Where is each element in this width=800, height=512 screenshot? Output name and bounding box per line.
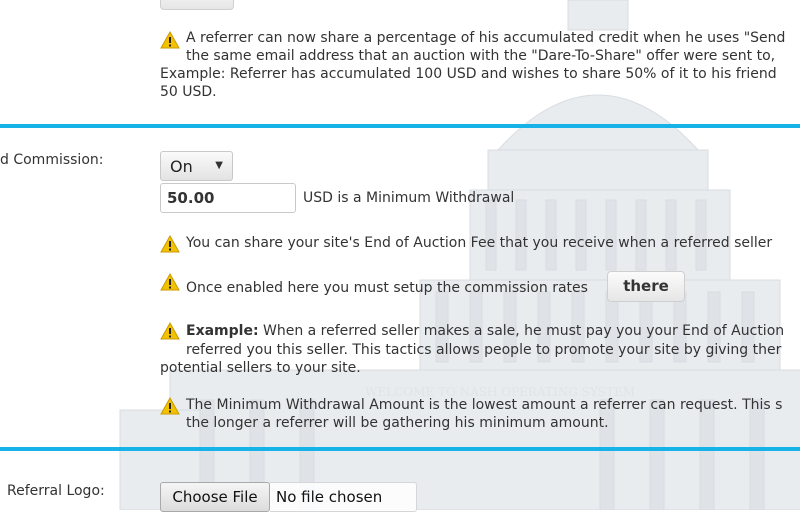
dare-to-share-example-line-1: Example: Referrer has accumulated 100 US… <box>160 66 777 82</box>
settings-page: A referrer can now share a percentage of… <box>0 0 800 512</box>
warning-triangle-icon <box>160 235 180 253</box>
commission-label: d Commission: <box>0 152 104 168</box>
section-divider-top <box>0 124 800 128</box>
commission-select-value: On <box>170 157 193 176</box>
warning-triangle-icon <box>160 397 180 415</box>
chevron-down-icon: ▼ <box>215 160 223 171</box>
min-withdrawal-input[interactable]: 50.00 <box>160 183 296 213</box>
commission-rates-there-button[interactable]: there <box>607 271 685 302</box>
section-divider-bottom <box>0 447 800 451</box>
top-clipped-button[interactable] <box>160 0 234 10</box>
share-fee-note: You can share your site's End of Auction… <box>186 235 773 251</box>
commission-example-line-3: potential sellers to your site. <box>160 360 361 376</box>
warning-triangle-icon <box>160 322 180 340</box>
referral-logo-label: Referral Logo: <box>7 483 105 499</box>
file-status: No file chosen <box>270 482 417 512</box>
referral-logo-file-input[interactable]: Choose File No file chosen <box>160 482 417 512</box>
choose-file-button[interactable]: Choose File <box>160 482 270 512</box>
min-withdrawal-note-line-2: the longer a referrer will be gathering … <box>186 415 609 431</box>
min-withdrawal-note-line-1: The Minimum Withdrawal Amount is the low… <box>186 397 783 413</box>
commission-example-line-2: referred you this seller. This tactics a… <box>186 342 782 358</box>
commission-example-line-1: Example: When a referred seller makes a … <box>186 323 784 339</box>
warning-triangle-icon <box>160 273 180 291</box>
dare-to-share-example-line-2: 50 USD. <box>160 84 217 100</box>
setup-rates-note: Once enabled here you must setup the com… <box>186 280 588 296</box>
dare-to-share-warning-line-2: the same email address that an auction w… <box>186 48 776 64</box>
min-withdrawal-suffix: USD is a Minimum Withdrawal <box>303 190 515 206</box>
dare-to-share-warning-line-1: A referrer can now share a percentage of… <box>186 30 786 46</box>
example-label: Example: <box>186 323 259 339</box>
warning-triangle-icon <box>160 31 180 49</box>
example-text: When a referred seller makes a sale, he … <box>258 323 785 339</box>
commission-select[interactable]: On ▼ <box>160 151 233 181</box>
